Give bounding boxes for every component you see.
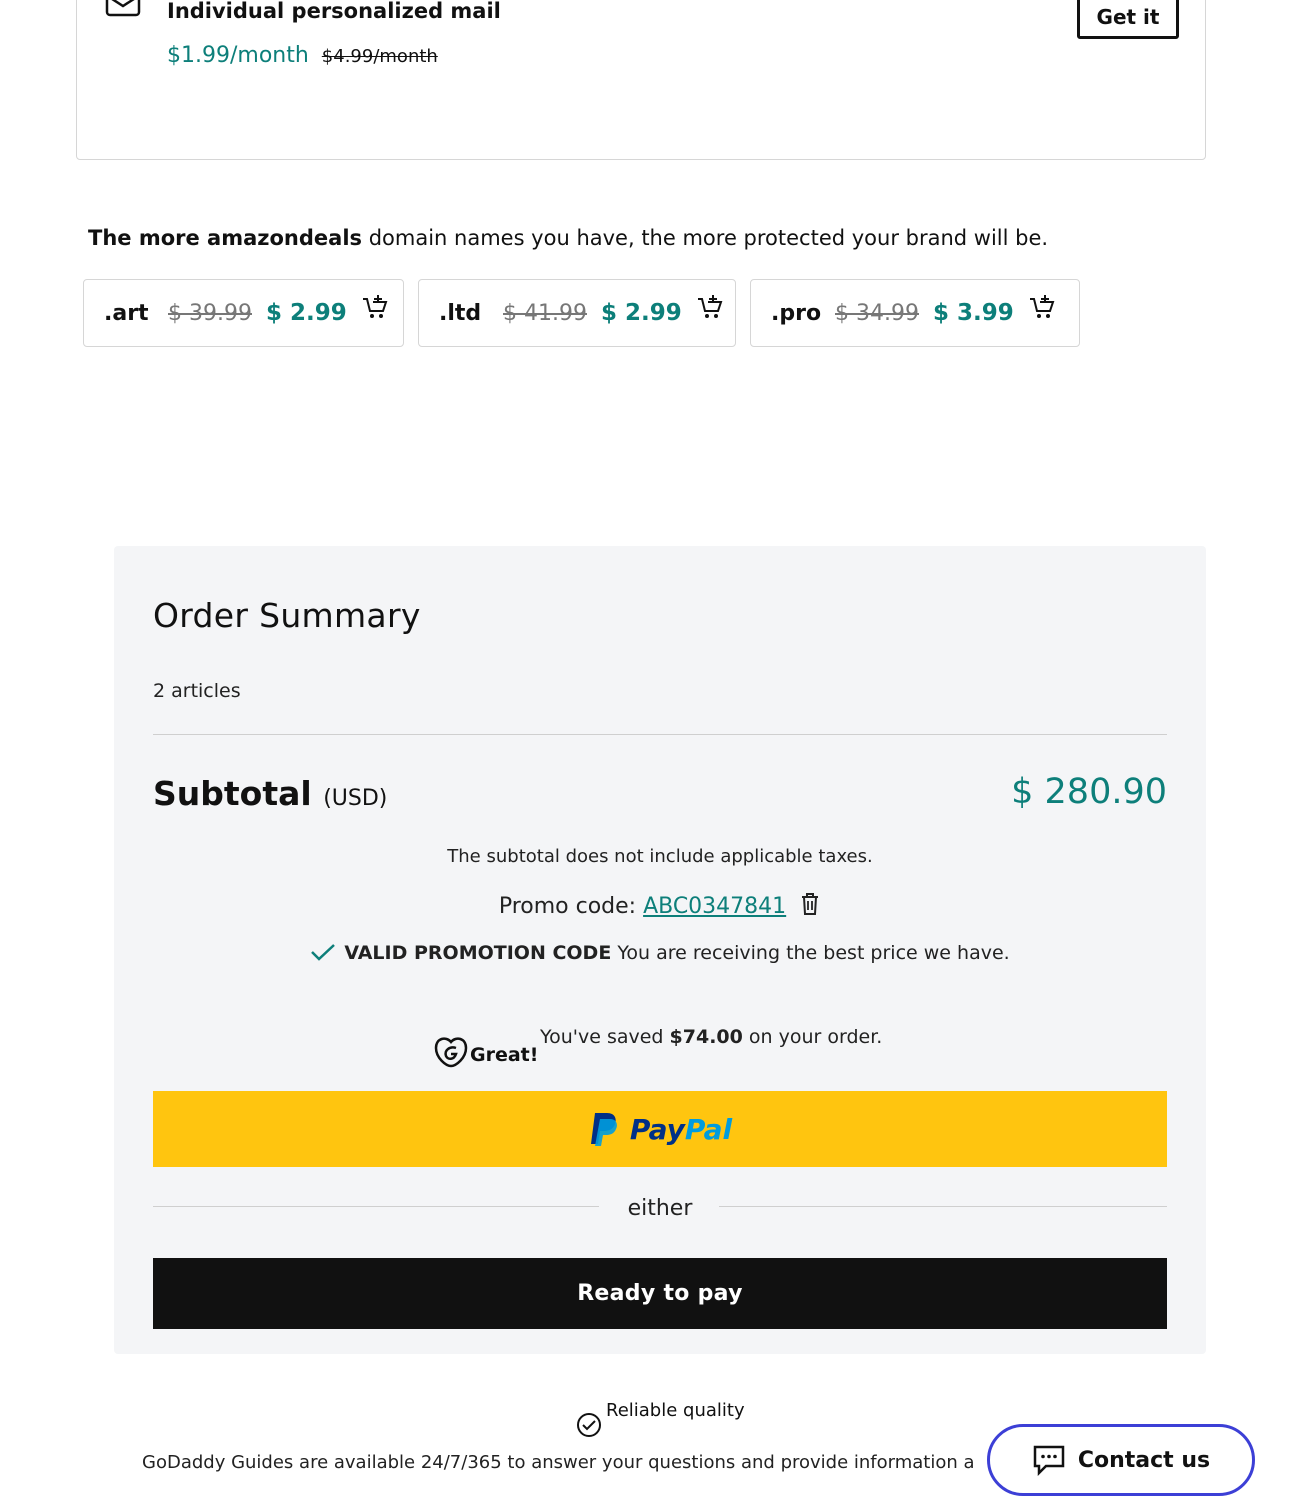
subtotal-text: Subtotal bbox=[153, 774, 312, 813]
summary-divider bbox=[153, 734, 1167, 735]
tld-price: $ 2.99 bbox=[265, 300, 347, 326]
domain-upsell-rest: domain names you have, the more protecte… bbox=[362, 226, 1049, 250]
get-it-button[interactable]: Get it bbox=[1077, 0, 1179, 39]
promo-valid-label: VALID PROMOTION CODE bbox=[344, 942, 612, 964]
subtotal-value: $ 280.90 bbox=[1011, 772, 1167, 812]
or-label: either bbox=[627, 1196, 693, 1221]
savings-message: You've saved $74.00 on your order. bbox=[540, 1026, 882, 1048]
paypal-logo-icon bbox=[590, 1113, 617, 1146]
item-count: 2 articles bbox=[153, 680, 241, 702]
add-to-cart-icon[interactable] bbox=[1028, 293, 1056, 321]
subtotal-label: Subtotal (USD) bbox=[153, 774, 387, 813]
checkmark-icon bbox=[311, 944, 336, 961]
tld-name: .pro bbox=[771, 300, 822, 326]
check-circle-icon bbox=[577, 1413, 601, 1437]
mail-offer-price-row: $1.99/month $4.99/month bbox=[167, 43, 438, 68]
paypal-wordmark: PayPal bbox=[630, 1113, 732, 1146]
order-summary-panel: Order Summary 2 articles Subtotal (USD) … bbox=[114, 546, 1206, 1354]
add-to-cart-icon[interactable] bbox=[696, 293, 724, 321]
trash-icon[interactable] bbox=[799, 892, 821, 916]
envelope-icon bbox=[105, 0, 141, 17]
separator-line-right bbox=[719, 1206, 1167, 1207]
reliable-quality-badge: Reliable quality bbox=[576, 1398, 776, 1438]
promo-code-row: Promo code: ABC0347841 bbox=[114, 892, 1206, 919]
paypal-pal: Pal bbox=[684, 1112, 733, 1146]
chat-icon bbox=[1033, 1445, 1065, 1476]
mail-offer-title: Individual personalized mail bbox=[167, 0, 501, 23]
mail-offer-card: Individual personalized mail $1.99/month… bbox=[76, 0, 1206, 160]
promo-code-link[interactable]: ABC0347841 bbox=[643, 894, 786, 919]
reliable-quality-label: Reliable quality bbox=[606, 1400, 745, 1421]
tld-price: $ 2.99 bbox=[600, 300, 682, 326]
domain-upsell-bold: The more amazondeals bbox=[88, 226, 363, 250]
guides-info-text: GoDaddy Guides are available 24/7/365 to… bbox=[142, 1452, 975, 1473]
tld-offer-pro[interactable]: .pro $ 34.99 $ 3.99 bbox=[750, 279, 1080, 347]
godaddy-logo-icon bbox=[434, 1037, 468, 1068]
tld-price: $ 3.99 bbox=[932, 300, 1014, 326]
savings-banner: Great! You've saved $74.00 on your order… bbox=[434, 1026, 934, 1074]
promo-valid-row: VALID PROMOTION CODE You are receiving t… bbox=[114, 942, 1206, 964]
tld-old-price: $ 41.99 bbox=[503, 300, 587, 326]
mail-offer-price: $1.99/month bbox=[167, 43, 309, 68]
paypal-pay: Pay bbox=[629, 1112, 685, 1146]
promo-valid-message: You are receiving the best price we have… bbox=[611, 942, 1010, 964]
tld-old-price: $ 34.99 bbox=[835, 300, 919, 326]
paypal-button[interactable]: PayPal bbox=[153, 1091, 1167, 1167]
add-to-cart-icon[interactable] bbox=[361, 293, 389, 321]
tld-name: .ltd bbox=[439, 300, 482, 326]
saved-amount: $74.00 bbox=[669, 1026, 743, 1048]
ready-to-pay-button[interactable]: Ready to pay bbox=[153, 1258, 1167, 1329]
order-summary-title: Order Summary bbox=[153, 596, 421, 635]
subtotal-currency: (USD) bbox=[323, 786, 388, 811]
tld-offer-ltd[interactable]: .ltd $ 41.99 $ 2.99 bbox=[418, 279, 736, 347]
saved-prefix: You've saved bbox=[540, 1026, 670, 1048]
domain-upsell-message: The more amazondeals domain names you ha… bbox=[88, 226, 1048, 250]
or-separator: either bbox=[153, 1196, 1167, 1226]
mail-offer-old-price: $4.99/month bbox=[321, 46, 438, 67]
tld-old-price: $ 39.99 bbox=[168, 300, 252, 326]
contact-us-label: Contact us bbox=[1077, 1447, 1211, 1473]
promo-label: Promo code: bbox=[498, 894, 644, 919]
great-label: Great! bbox=[470, 1044, 539, 1066]
saved-suffix: on your order. bbox=[742, 1026, 883, 1048]
tld-name: .art bbox=[104, 300, 149, 326]
contact-us-button[interactable]: Contact us bbox=[987, 1424, 1255, 1496]
tax-note: The subtotal does not include applicable… bbox=[447, 846, 873, 867]
tld-offer-art[interactable]: .art $ 39.99 $ 2.99 bbox=[83, 279, 404, 347]
